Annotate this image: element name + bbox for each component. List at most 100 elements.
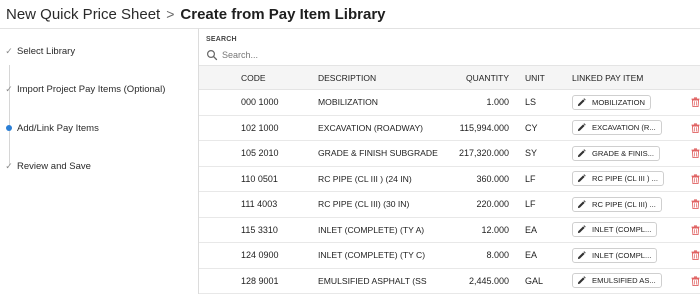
column-header-unit[interactable]: UNIT	[525, 66, 561, 89]
delete-row-button[interactable]	[689, 141, 700, 166]
step-label: Review and Save	[17, 160, 91, 172]
cell-code: 128 9001	[241, 275, 279, 286]
cell-linked-pay-item: INLET (COMPL...	[572, 218, 682, 243]
current-step-dot-icon	[6, 125, 12, 131]
cell-description: RC PIPE (CL III) (30 IN)	[318, 199, 410, 210]
pencil-icon	[577, 123, 586, 132]
linked-pay-item-button[interactable]: EMULSIFIED AS...	[572, 273, 662, 289]
cell-unit: GAL	[525, 275, 544, 286]
delete-row-button[interactable]	[689, 116, 700, 141]
table-row: 128 9001 EMULSIFIED ASPHALT (SS 2,445.00…	[199, 269, 700, 294]
trash-icon	[691, 174, 699, 184]
cell-description: GRADE & FINISH SUBGRADE	[318, 148, 438, 159]
pencil-icon	[577, 251, 586, 259]
table-row: 105 2010 GRADE & FINISH SUBGRADE 217,320…	[199, 141, 700, 167]
trash-icon	[691, 250, 699, 261]
checkmark-icon: ✓	[5, 160, 13, 171]
cell-quantity: 12.000	[481, 224, 509, 235]
trash-icon	[691, 97, 699, 108]
column-header-code[interactable]: CODE	[241, 66, 311, 89]
cell-description: EMULSIFIED ASPHALT (SS	[318, 275, 427, 286]
linked-pay-item-label: EXCAVATION (R...	[592, 123, 656, 133]
cell-description: EXCAVATION (ROADWAY)	[318, 122, 424, 133]
cell-linked-pay-item: RC PIPE (CL III) ...	[572, 192, 682, 217]
pencil-icon	[577, 276, 586, 285]
pay-items-table: CODE DESCRIPTION QUANTITY UNIT LINKED PA…	[199, 65, 700, 294]
cell-description: INLET (COMPLETE) (TY C)	[318, 250, 426, 261]
delete-row-button[interactable]	[689, 192, 700, 217]
trash-icon	[691, 199, 699, 210]
cell-quantity: 1.000	[486, 97, 509, 108]
table-row: 102 1000 EXCAVATION (ROADWAY) 115,994.00…	[199, 116, 700, 141]
column-header-quantity[interactable]: QUANTITY	[431, 66, 509, 89]
cell-quantity: 360.000	[476, 173, 509, 184]
search-box	[204, 46, 694, 64]
linked-pay-item-button[interactable]: INLET (COMPL...	[572, 247, 658, 263]
table-row: 110 0501 RC PIPE (CL III ) (24 IN) 360.0…	[199, 167, 700, 192]
table-row: 124 0900 INLET (COMPLETE) (TY C) 8.000 E…	[199, 243, 700, 269]
linked-pay-item-button[interactable]: MOBILIZATION	[572, 94, 652, 110]
main-panel: SEARCH CODE DESCRIPTION QUANTITY UNIT LI…	[198, 28, 700, 294]
cell-description: RC PIPE (CL III ) (24 IN)	[318, 173, 412, 184]
linked-pay-item-label: MOBILIZATION	[592, 97, 646, 107]
search-input[interactable]	[222, 50, 522, 60]
linked-pay-item-button[interactable]: GRADE & FINIS...	[572, 145, 661, 161]
step-label: Add/Link Pay Items	[17, 122, 99, 134]
column-header-description[interactable]: DESCRIPTION	[318, 66, 448, 89]
linked-pay-item-button[interactable]: RC PIPE (CL III ) ...	[572, 171, 664, 187]
cell-unit: LF	[525, 173, 536, 184]
checkmark-icon: ✓	[5, 83, 13, 94]
cell-code: 102 1000	[241, 122, 279, 133]
step-review-and-save[interactable]: ✓ Review and Save	[0, 156, 198, 176]
cell-description: INLET (COMPLETE) (TY A)	[318, 224, 425, 235]
cell-linked-pay-item: EXCAVATION (R...	[572, 116, 682, 141]
cell-linked-pay-item: GRADE & FINIS...	[572, 141, 682, 166]
trash-icon	[691, 148, 699, 159]
breadcrumb: New Quick Price Sheet > Create from Pay …	[0, 0, 700, 28]
cell-quantity: 8.000	[486, 250, 509, 261]
linked-pay-item-button[interactable]: EXCAVATION (R...	[572, 120, 662, 136]
cell-unit: EA	[525, 250, 538, 261]
delete-row-button[interactable]	[689, 243, 700, 268]
search-label: SEARCH	[206, 36, 237, 43]
delete-row-button[interactable]	[689, 167, 700, 192]
pencil-icon	[577, 149, 586, 157]
delete-row-button[interactable]	[689, 218, 700, 243]
cell-code: 115 3310	[241, 224, 278, 235]
step-select-library[interactable]: ✓ Select Library	[0, 41, 198, 61]
column-header-linked-pay-item[interactable]: LINKED PAY ITEM	[572, 66, 682, 89]
page-title: Create from Pay Item Library	[180, 5, 386, 23]
pencil-icon	[577, 200, 586, 208]
cell-description: MOBILIZATION	[318, 97, 379, 108]
cell-unit: SY	[525, 148, 538, 159]
trash-icon	[691, 123, 699, 133]
cell-linked-pay-item: RC PIPE (CL III ) ...	[572, 167, 682, 192]
pencil-icon	[577, 174, 586, 183]
cell-quantity: 2,445.000	[468, 275, 509, 286]
search-icon	[206, 49, 218, 61]
breadcrumb-separator: >	[166, 6, 175, 22]
linked-pay-item-button[interactable]: RC PIPE (CL III) ...	[572, 196, 662, 212]
cell-quantity: 220.000	[476, 199, 509, 210]
step-label: Import Project Pay Items (Optional)	[17, 83, 166, 95]
table-body: 000 1000 MOBILIZATION 1.000 LS MOBILIZAT…	[199, 90, 700, 294]
linked-pay-item-label: RC PIPE (CL III ) ...	[592, 174, 658, 184]
pencil-icon	[577, 98, 586, 106]
cell-unit: LS	[525, 97, 537, 108]
linked-pay-item-label: EMULSIFIED AS...	[592, 276, 656, 286]
checkmark-icon: ✓	[5, 45, 13, 56]
cell-code: 000 1000	[241, 97, 279, 108]
delete-row-button[interactable]	[689, 269, 700, 294]
cell-code: 111 4003	[241, 199, 278, 210]
linked-pay-item-label: GRADE & FINIS...	[592, 148, 655, 158]
cell-code: 105 2010	[241, 148, 279, 159]
step-add-link-pay-items[interactable]: Add/Link Pay Items	[0, 118, 198, 138]
pencil-icon	[577, 225, 586, 234]
linked-pay-item-button[interactable]: INLET (COMPL...	[572, 222, 658, 238]
step-label: Select Library	[17, 45, 76, 57]
table-row: 111 4003 RC PIPE (CL III) (30 IN) 220.00…	[199, 192, 700, 218]
delete-row-button[interactable]	[689, 90, 700, 115]
step-import-project-pay-items[interactable]: ✓ Import Project Pay Items (Optional)	[0, 79, 198, 99]
table-row: 000 1000 MOBILIZATION 1.000 LS MOBILIZAT…	[199, 90, 700, 116]
breadcrumb-parent-link[interactable]: New Quick Price Sheet	[6, 6, 160, 23]
